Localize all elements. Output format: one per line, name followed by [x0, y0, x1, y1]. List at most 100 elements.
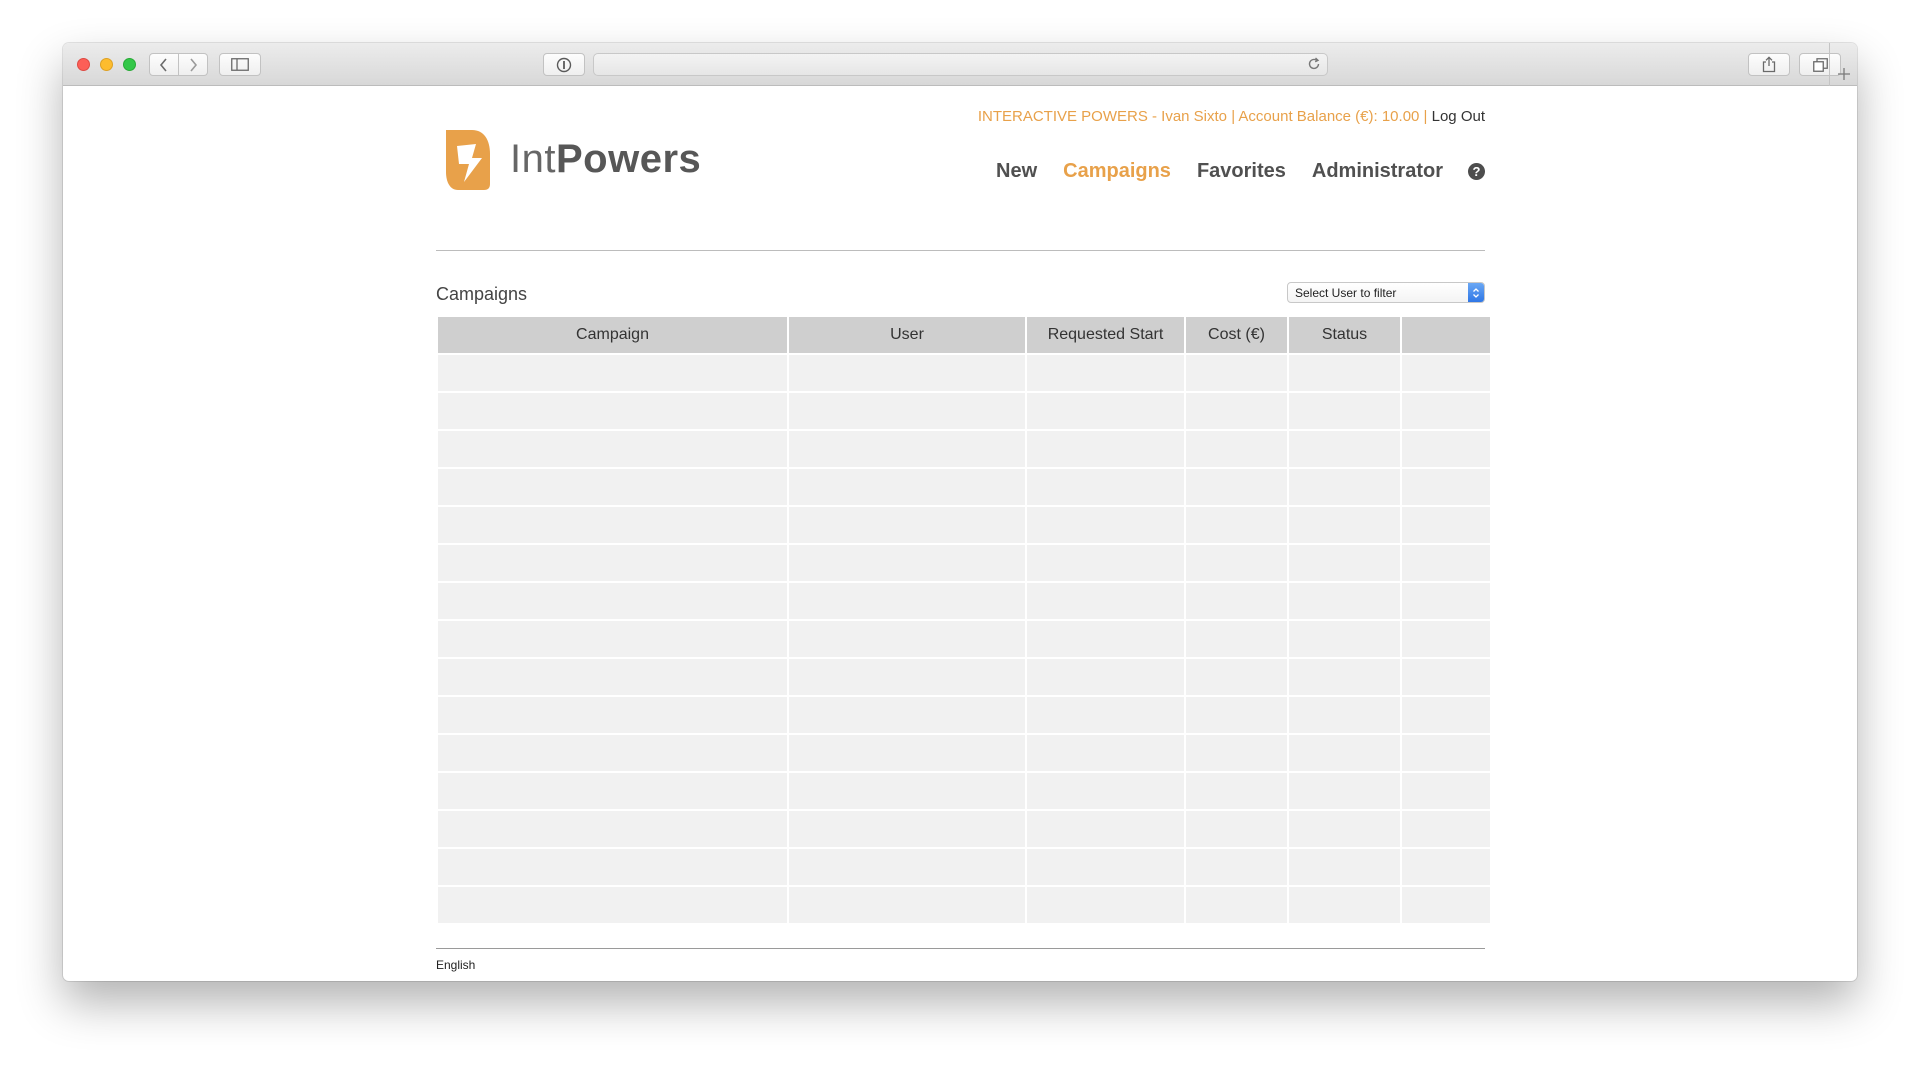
table-cell: [1289, 811, 1400, 847]
table-cell: [1027, 697, 1184, 733]
share-button[interactable]: [1748, 53, 1790, 76]
table-cell: [1027, 811, 1184, 847]
reload-icon: [1308, 57, 1320, 70]
brand-name-bold: Powers: [555, 137, 702, 181]
table-row[interactable]: [438, 697, 1490, 733]
table-cell: [1186, 355, 1287, 391]
table-row[interactable]: [438, 583, 1490, 619]
table-body: [438, 355, 1490, 923]
table-row[interactable]: [438, 849, 1490, 885]
chevron-right-icon: [190, 57, 197, 72]
column-header[interactable]: Campaign: [438, 317, 787, 353]
table-cell: [438, 773, 787, 809]
table-row[interactable]: [438, 507, 1490, 543]
table-cell: [1402, 811, 1490, 847]
table-cell: [789, 811, 1025, 847]
chevron-left-icon: [159, 57, 167, 72]
table-cell: [438, 659, 787, 695]
nav-campaigns[interactable]: Campaigns: [1063, 160, 1171, 183]
table-row[interactable]: [438, 469, 1490, 505]
brand-name: IntPowers: [510, 139, 701, 179]
table-row[interactable]: [438, 659, 1490, 695]
table-cell: [1289, 735, 1400, 771]
table-cell: [789, 773, 1025, 809]
column-header[interactable]: User: [789, 317, 1025, 353]
column-header[interactable]: Cost (€): [1186, 317, 1287, 353]
main-nav: New Campaigns Favorites Administrator ?: [970, 160, 1485, 183]
table-cell: [789, 545, 1025, 581]
table-row[interactable]: [438, 887, 1490, 923]
table-row[interactable]: [438, 773, 1490, 809]
table-cell: [1186, 507, 1287, 543]
table-cell: [1402, 849, 1490, 885]
back-button[interactable]: [149, 53, 179, 76]
table-row[interactable]: [438, 621, 1490, 657]
forward-button[interactable]: [178, 53, 208, 76]
reload-button[interactable]: [1307, 57, 1321, 76]
table-cell: [1027, 507, 1184, 543]
sidebar-button[interactable]: [219, 53, 261, 76]
column-header[interactable]: [1402, 317, 1490, 353]
nav-administrator[interactable]: Administrator: [1312, 160, 1443, 183]
table-cell: [789, 887, 1025, 923]
logout-link[interactable]: Log Out: [1432, 108, 1485, 125]
history-nav: [149, 53, 208, 76]
table-cell: [438, 469, 787, 505]
column-header[interactable]: Requested Start: [1027, 317, 1184, 353]
user-filter-select[interactable]: Select User to filter: [1287, 282, 1485, 303]
table-cell: [438, 697, 787, 733]
table-cell: [1186, 431, 1287, 467]
language-selector[interactable]: English: [436, 958, 475, 972]
table-cell: [1027, 545, 1184, 581]
table-row[interactable]: [438, 355, 1490, 391]
table-cell: [1402, 659, 1490, 695]
footer-divider: [436, 948, 1485, 949]
table-cell: [1289, 621, 1400, 657]
campaigns-table: Campaign User Requested Start Cost (€) Statu…: [436, 315, 1492, 925]
table-row[interactable]: [438, 545, 1490, 581]
info-icon: [556, 57, 572, 72]
browser-window: INTERACTIVE POWERS - Ivan Sixto | Accoun…: [63, 43, 1857, 981]
close-window-button[interactable]: [77, 58, 90, 71]
table-cell: [1186, 621, 1287, 657]
browser-toolbar: [63, 43, 1857, 86]
table-cell: [1289, 773, 1400, 809]
table-cell: [1186, 393, 1287, 429]
table-cell: [789, 431, 1025, 467]
brand-logo[interactable]: IntPowers: [442, 127, 701, 191]
table-cell: [438, 849, 787, 885]
table-cell: [1027, 659, 1184, 695]
table-cell: [789, 659, 1025, 695]
page-viewport: INTERACTIVE POWERS - Ivan Sixto | Accoun…: [63, 86, 1857, 981]
table-cell: [1027, 887, 1184, 923]
minimize-window-button[interactable]: [100, 58, 113, 71]
table-cell: [1186, 849, 1287, 885]
new-tab-button[interactable]: [1829, 43, 1857, 86]
table-cell: [789, 849, 1025, 885]
table-row[interactable]: [438, 431, 1490, 467]
nav-new[interactable]: New: [996, 160, 1037, 183]
address-bar[interactable]: [593, 53, 1328, 76]
table-cell: [438, 507, 787, 543]
page-title: Campaigns: [436, 284, 528, 304]
table-cell: [1186, 583, 1287, 619]
table-cell: [789, 583, 1025, 619]
table-cell: [789, 507, 1025, 543]
table-row[interactable]: [438, 811, 1490, 847]
tabs-icon: [1812, 57, 1828, 72]
table-cell: [1027, 773, 1184, 809]
privacy-info-button[interactable]: [543, 53, 585, 76]
help-icon[interactable]: ?: [1468, 163, 1485, 180]
nav-favorites[interactable]: Favorites: [1197, 160, 1286, 183]
table-row[interactable]: [438, 735, 1490, 771]
table-cell: [1186, 773, 1287, 809]
table-cell: [1402, 545, 1490, 581]
table-row[interactable]: [438, 393, 1490, 429]
table-cell: [1027, 393, 1184, 429]
column-header[interactable]: Status: [1289, 317, 1400, 353]
table-cell: [1289, 469, 1400, 505]
table-cell: [789, 355, 1025, 391]
table-cell: [1402, 469, 1490, 505]
table-cell: [789, 735, 1025, 771]
zoom-window-button[interactable]: [123, 58, 136, 71]
